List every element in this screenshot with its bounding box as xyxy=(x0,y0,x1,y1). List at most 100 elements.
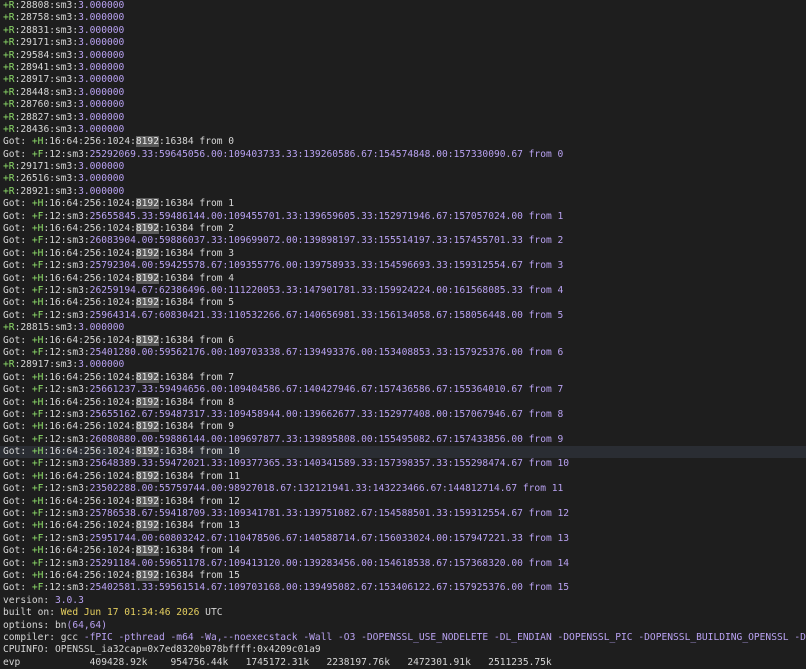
terminal-line: Got: +F:12:sm3:25291184.00:59651178.67:1… xyxy=(0,558,806,570)
text-segment: 0x7ed8320b078bffff:0x4209c01a9 xyxy=(147,644,321,656)
text-segment: +R xyxy=(3,0,15,11)
text-segment: 3.000000 xyxy=(78,322,125,334)
terminal-line: Got: +H:16:64:256:1024:8192:16384 from 1… xyxy=(0,446,806,459)
selected-text: 8192 xyxy=(135,520,159,532)
terminal-line: +R:28831:sm3:3.000000 xyxy=(0,25,806,37)
terminal-line: Got: +H:16:64:256:1024:8192:16384 from 1… xyxy=(0,569,806,582)
text-segment: :16:64:256:1024: xyxy=(43,520,136,532)
text-segment: 3.000000 xyxy=(78,123,125,135)
text-segment: :26516:sm3: xyxy=(14,173,79,185)
text-segment: 3.000000 xyxy=(78,161,125,173)
text-segment: +F xyxy=(31,483,44,495)
terminal-line: +R:28815:sm3:3.000000 xyxy=(0,322,806,334)
text-segment: Got: xyxy=(3,223,32,235)
text-segment: +F xyxy=(31,148,44,160)
text-segment: :12:sm3: xyxy=(43,148,90,160)
text-segment: +H xyxy=(31,421,44,433)
text-segment: :28436:sm3: xyxy=(14,123,79,135)
text-segment: :16384 from 3 xyxy=(158,247,235,259)
text-segment: :16:64:256:1024: xyxy=(43,371,136,383)
text-segment: :16:64:256:1024: xyxy=(43,334,136,346)
text-segment: 3.0.3 xyxy=(54,594,84,606)
text-segment: :16384 from 1 xyxy=(158,198,235,210)
text-segment: +F xyxy=(31,433,44,445)
text-segment: :16384 from 12 xyxy=(158,495,240,507)
terminal-line: +R:28917:sm3:3.000000 xyxy=(0,359,806,371)
text-segment: 3.000000 xyxy=(78,0,125,11)
text-segment: +H xyxy=(31,470,44,482)
terminal-line: Got: +F:12:sm3:25786538.67:59418709.33:1… xyxy=(0,508,806,520)
text-segment: +H xyxy=(31,198,44,210)
text-segment: :12:sm3: xyxy=(43,235,90,247)
text-segment: +F xyxy=(31,309,44,321)
text-segment: :16384 from 11 xyxy=(158,470,240,482)
terminal-line: +R:28448:sm3:3.000000 xyxy=(0,87,806,99)
terminal-line: Got: +H:16:64:256:1024:8192:16384 from 1… xyxy=(0,520,806,532)
text-segment: Got: xyxy=(3,520,32,532)
terminal-line: Got: +F:12:sm3:25648389.33:59472021.33:1… xyxy=(0,458,806,470)
terminal-line: +R:29171:sm3:3.000000 xyxy=(0,161,806,173)
text-segment: +R xyxy=(3,173,15,185)
text-segment: Got: xyxy=(3,309,32,321)
text-segment: +F xyxy=(31,408,44,420)
text-segment: CPUINFO: OPENSSL_ia32cap= xyxy=(3,644,148,656)
text-segment: Got: xyxy=(3,569,32,581)
terminal-line: Got: +F:12:sm3:26083904.00:59886037.33:1… xyxy=(0,235,806,247)
selected-text: 8192 xyxy=(135,297,159,309)
text-segment: :16:64:256:1024: xyxy=(43,198,136,210)
text-segment: +R xyxy=(3,99,15,111)
selected-text: 8192 xyxy=(135,545,159,557)
terminal-line: +R:28436:sm3:3.000000 xyxy=(0,124,806,136)
text-segment: 3.000000 xyxy=(78,173,125,185)
text-segment: +H xyxy=(31,272,44,284)
text-segment: 3.000000 xyxy=(78,99,125,111)
text-segment: Got: xyxy=(3,446,32,458)
text-segment: :29171:sm3: xyxy=(14,161,79,173)
selected-text: 8192 xyxy=(135,396,159,408)
text-segment: built on: xyxy=(3,607,61,619)
terminal-output[interactable]: +R:28808:sm3:3.000000 +R:28758:sm3:3.0000… xyxy=(0,0,806,669)
text-segment: 25792304.00:59425578.67:109355776.00:139… xyxy=(89,260,564,272)
text-segment: +H xyxy=(31,223,44,235)
text-segment: 25786538.67:59418709.33:109341781.33:139… xyxy=(89,508,570,520)
text-segment: Got: xyxy=(3,532,32,544)
text-segment: :16:64:256:1024: xyxy=(43,272,136,284)
text-segment: Got: xyxy=(3,346,32,358)
text-segment: +H xyxy=(31,247,44,259)
text-segment: :16:64:256:1024: xyxy=(43,421,136,433)
text-segment: +F xyxy=(31,384,44,396)
text-segment: :16384 from 8 xyxy=(158,396,235,408)
text-segment: :29584:sm3: xyxy=(14,49,79,61)
text-segment: :16:64:256:1024: xyxy=(43,569,136,581)
text-segment: :29171:sm3: xyxy=(14,37,79,49)
text-segment: :28831:sm3: xyxy=(14,24,79,36)
text-segment: 25291184.00:59651178.67:109413120.00:139… xyxy=(89,557,570,569)
text-segment: 25402581.33:59561514.67:109703168.00:139… xyxy=(89,582,570,594)
text-segment: 26083904.00:59886037.33:109699072.00:139… xyxy=(89,235,564,247)
text-segment: Got: xyxy=(3,582,32,594)
terminal-line: Got: +H:16:64:256:1024:8192:16384 from 2 xyxy=(0,223,806,235)
text-segment: :28921:sm3: xyxy=(14,185,79,197)
text-segment: Wed Jun 17 01:34:46 2026 xyxy=(60,607,200,619)
text-segment: +H xyxy=(31,446,44,458)
text-segment: +F xyxy=(31,235,44,247)
text-segment: 25401280.00:59562176.00:109703338.67:139… xyxy=(89,346,564,358)
text-segment: Got: xyxy=(3,433,32,445)
text-segment: +H xyxy=(31,520,44,532)
text-segment: 3.000000 xyxy=(78,24,125,36)
text-segment: Got: xyxy=(3,384,32,396)
text-segment: 25661237.33:59494656.00:109404586.67:140… xyxy=(89,384,564,396)
text-segment: options: xyxy=(3,619,55,631)
selected-text: 8192 xyxy=(135,334,159,346)
text-segment: 25655162.67:59487317.33:109458944.00:139… xyxy=(89,408,564,420)
text-segment: :16:64:256:1024: xyxy=(43,223,136,235)
text-segment: Got: xyxy=(3,136,32,148)
text-segment: +R xyxy=(3,111,15,123)
text-segment: +R xyxy=(3,61,15,73)
text-segment: :28917:sm3: xyxy=(14,359,79,371)
text-segment: :28760:sm3: xyxy=(14,99,79,111)
text-segment: :12:sm3: xyxy=(43,483,90,495)
text-segment: +F xyxy=(31,532,44,544)
text-segment: :12:sm3: xyxy=(43,284,90,296)
terminal-line: Got: +H:16:64:256:1024:8192:16384 from 1… xyxy=(0,470,806,483)
